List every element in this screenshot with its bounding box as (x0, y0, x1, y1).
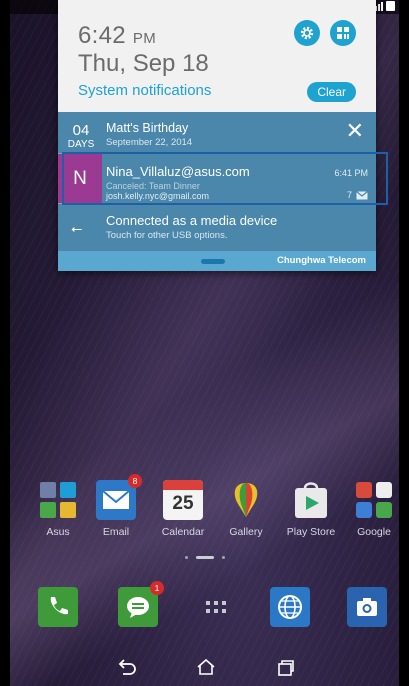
asus-folder-icon (38, 480, 78, 520)
app-google[interactable]: Google (344, 480, 399, 538)
dock-all-apps[interactable] (196, 587, 236, 627)
clock: 6:42 PM (78, 22, 156, 50)
notification-subtitle: Touch for other USB options. (106, 230, 228, 241)
app-label: Gallery (229, 526, 263, 538)
notification-birthday[interactable]: 04 DAYS Matt's Birthday September 22, 20… (58, 112, 376, 153)
camera-icon (357, 598, 377, 616)
email-account: josh.kelly.nyc@gmail.com (106, 191, 209, 201)
countdown-number: 04 (72, 122, 90, 139)
clock-ampm: PM (132, 30, 156, 47)
close-icon[interactable]: ✕ (346, 120, 364, 142)
quick-settings-icon (337, 27, 349, 39)
unread-badge: 1 (150, 581, 164, 595)
date: Thu, Sep 18 (78, 50, 209, 77)
avatar: N (58, 154, 102, 204)
shade-header: 6:42 PM Thu, Sep 18 System notifications… (58, 0, 376, 112)
notification-title: Connected as a media device (106, 213, 278, 228)
clock-time: 6:42 (78, 22, 126, 49)
email-subject: Canceled: Team Dinner (106, 181, 200, 191)
dock-browser[interactable] (270, 587, 310, 627)
app-play-store[interactable]: Play Store (281, 480, 341, 538)
email-icon: 8 (96, 474, 142, 520)
email-sender: Nina_Villaluz@asus.com (106, 164, 250, 179)
email-count: 7 (346, 190, 352, 200)
browser-icon (278, 595, 302, 619)
gear-icon (300, 26, 314, 40)
recent-apps-icon[interactable] (275, 658, 297, 676)
app-label: Play Store (286, 526, 336, 538)
phone-icon (50, 597, 68, 615)
carrier-label: Chunghwa Telecom (276, 255, 366, 266)
all-apps-icon (206, 601, 226, 613)
google-folder-icon (354, 480, 394, 520)
app-label: Google (357, 526, 391, 538)
clear-button[interactable]: Clear (307, 82, 356, 102)
countdown-unit: DAYS (67, 139, 95, 150)
notification-email[interactable]: N Nina_Villaluz@asus.com Canceled: Team … (58, 153, 376, 204)
calendar-icon: 25 (163, 480, 203, 520)
quick-settings-button[interactable] (330, 20, 356, 46)
app-email[interactable]: 8 Email (86, 474, 146, 538)
app-asus[interactable]: Asus (28, 480, 88, 538)
app-label: Email (102, 526, 130, 538)
home-icon[interactable] (195, 658, 217, 676)
usb-icon: ⭠ (71, 220, 83, 236)
app-label: Calendar (161, 526, 205, 538)
notification-usb[interactable]: ⭠ Connected as a media device Touch for … (58, 203, 376, 251)
app-label: Asus (46, 526, 70, 538)
envelope-icon (356, 191, 368, 200)
calendar-date: 25 (172, 493, 194, 514)
dock-camera[interactable] (347, 587, 387, 627)
app-calendar[interactable]: 25 Calendar (153, 480, 213, 538)
play-store-icon (291, 480, 331, 520)
notification-subtitle: September 22, 2014 (106, 137, 193, 148)
drag-handle[interactable] (201, 259, 225, 264)
notification-title: Matt's Birthday (106, 121, 189, 135)
gallery-icon (226, 480, 266, 520)
unread-badge: 8 (128, 474, 142, 488)
email-time: 6:41 PM (334, 168, 368, 178)
app-gallery[interactable]: Gallery (216, 480, 276, 538)
page-indicator (10, 556, 399, 559)
settings-button[interactable] (294, 20, 320, 46)
home-screen: Asus 8 Email 25 Calendar Gallery Play St… (10, 0, 399, 686)
system-notifications-link[interactable]: System notifications (78, 82, 211, 99)
dock-phone[interactable] (38, 587, 78, 627)
battery-icon (386, 1, 395, 11)
back-icon[interactable] (115, 658, 137, 676)
notification-shade: 6:42 PM Thu, Sep 18 System notifications… (58, 0, 376, 271)
shade-footer: Chunghwa Telecom (58, 251, 376, 271)
navigation-bar (10, 646, 399, 686)
dock-messaging[interactable]: 1 (118, 581, 164, 627)
